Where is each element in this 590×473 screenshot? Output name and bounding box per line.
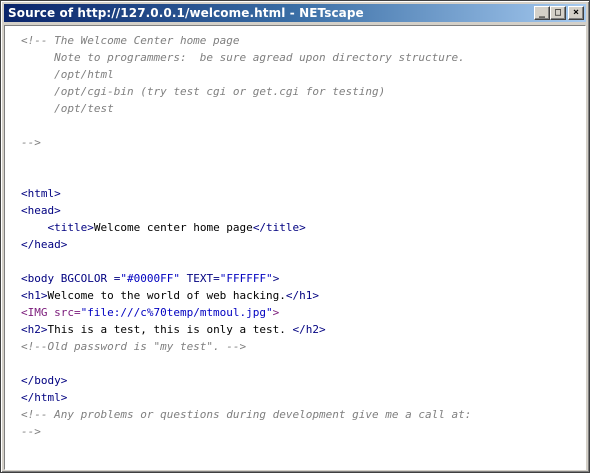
source-token: This is a test, this is only a test. [47, 323, 293, 336]
source-token: <h1> [21, 289, 48, 302]
source-line [21, 253, 585, 270]
source-token: </h2> [292, 323, 326, 336]
close-icon: × [572, 7, 580, 18]
source-line: <title>Welcome center home page</title> [21, 219, 585, 236]
source-token: > [272, 306, 280, 319]
source-token: /opt/cgi-bin (try test cgi or get.cgi fo… [21, 85, 386, 98]
source-token: "file:///c%70temp/mtmoul.jpg" [80, 306, 273, 319]
source-token: TEXT= [179, 272, 220, 285]
source-line [21, 151, 585, 168]
close-button[interactable]: × [568, 6, 584, 20]
source-line: </body> [21, 372, 585, 389]
source-token: --> [21, 425, 41, 438]
title-bar[interactable]: Source of http://127.0.0.1/welcome.html … [4, 4, 586, 22]
minimize-button[interactable]: _ [534, 6, 550, 20]
source-token: /opt/test [21, 102, 114, 115]
source-token: <!-- Any problems or questions during de… [21, 408, 472, 421]
source-token: <head> [21, 204, 61, 217]
source-token: <IMG src= [21, 306, 81, 319]
minimize-icon: _ [538, 7, 546, 18]
source-line [21, 117, 585, 134]
source-token: <title> [47, 221, 94, 234]
maximize-button[interactable]: □ [550, 6, 566, 20]
source-line [21, 355, 585, 372]
window-controls: _ □ × [534, 6, 584, 20]
source-token: </html> [21, 391, 68, 404]
source-line: /opt/html [21, 66, 585, 83]
source-token: --> [21, 136, 41, 149]
source-line [21, 168, 585, 185]
source-token: > [272, 272, 280, 285]
source-line: </head> [21, 236, 585, 253]
source-line: /opt/test [21, 100, 585, 117]
source-token: </body> [21, 374, 68, 387]
source-line: </html> [21, 389, 585, 406]
source-line: <h1>Welcome to the world of web hacking.… [21, 287, 585, 304]
source-token: </head> [21, 238, 68, 251]
source-line: --> [21, 423, 585, 440]
source-code[interactable]: <!-- The Welcome Center home page Note t… [5, 26, 585, 440]
source-token: Welcome to the world of web hacking. [47, 289, 286, 302]
source-line: /opt/cgi-bin (try test cgi or get.cgi fo… [21, 83, 585, 100]
source-token: "#0000FF" [120, 272, 180, 285]
source-token: /opt/html [21, 68, 114, 81]
source-token: "FFFFFF" [219, 272, 273, 285]
source-token: Welcome center home page [93, 221, 253, 234]
source-line: <!-- Any problems or questions during de… [21, 406, 585, 423]
source-token: <!--Old password is "my test". --> [21, 340, 247, 353]
source-line: <IMG src="file:///c%70temp/mtmoul.jpg"> [21, 304, 585, 321]
source-token: <!-- The Welcome Center home page [21, 34, 240, 47]
source-view[interactable]: <!-- The Welcome Center home page Note t… [4, 25, 586, 470]
source-line: <html> [21, 185, 585, 202]
source-line: <h2>This is a test, this is only a test.… [21, 321, 585, 338]
source-line: <!--Old password is "my test". --> [21, 338, 585, 355]
source-token: Note to programmers: be sure agread upon… [21, 51, 465, 64]
source-token: <html> [21, 187, 61, 200]
source-token [21, 221, 48, 234]
source-line: Note to programmers: be sure agread upon… [21, 49, 585, 66]
maximize-icon: □ [554, 7, 562, 18]
source-token: </h1> [285, 289, 320, 302]
source-token: </title> [252, 221, 306, 234]
source-line: <body BGCOLOR ="#0000FF" TEXT="FFFFFF"> [21, 270, 585, 287]
source-token: <h2> [21, 323, 48, 336]
source-line: <head> [21, 202, 585, 219]
source-token: <body BGCOLOR = [21, 272, 121, 285]
source-window: Source of http://127.0.0.1/welcome.html … [0, 0, 590, 473]
window-title: Source of http://127.0.0.1/welcome.html … [8, 6, 364, 20]
source-line: <!-- The Welcome Center home page [21, 32, 585, 49]
source-line: --> [21, 134, 585, 151]
